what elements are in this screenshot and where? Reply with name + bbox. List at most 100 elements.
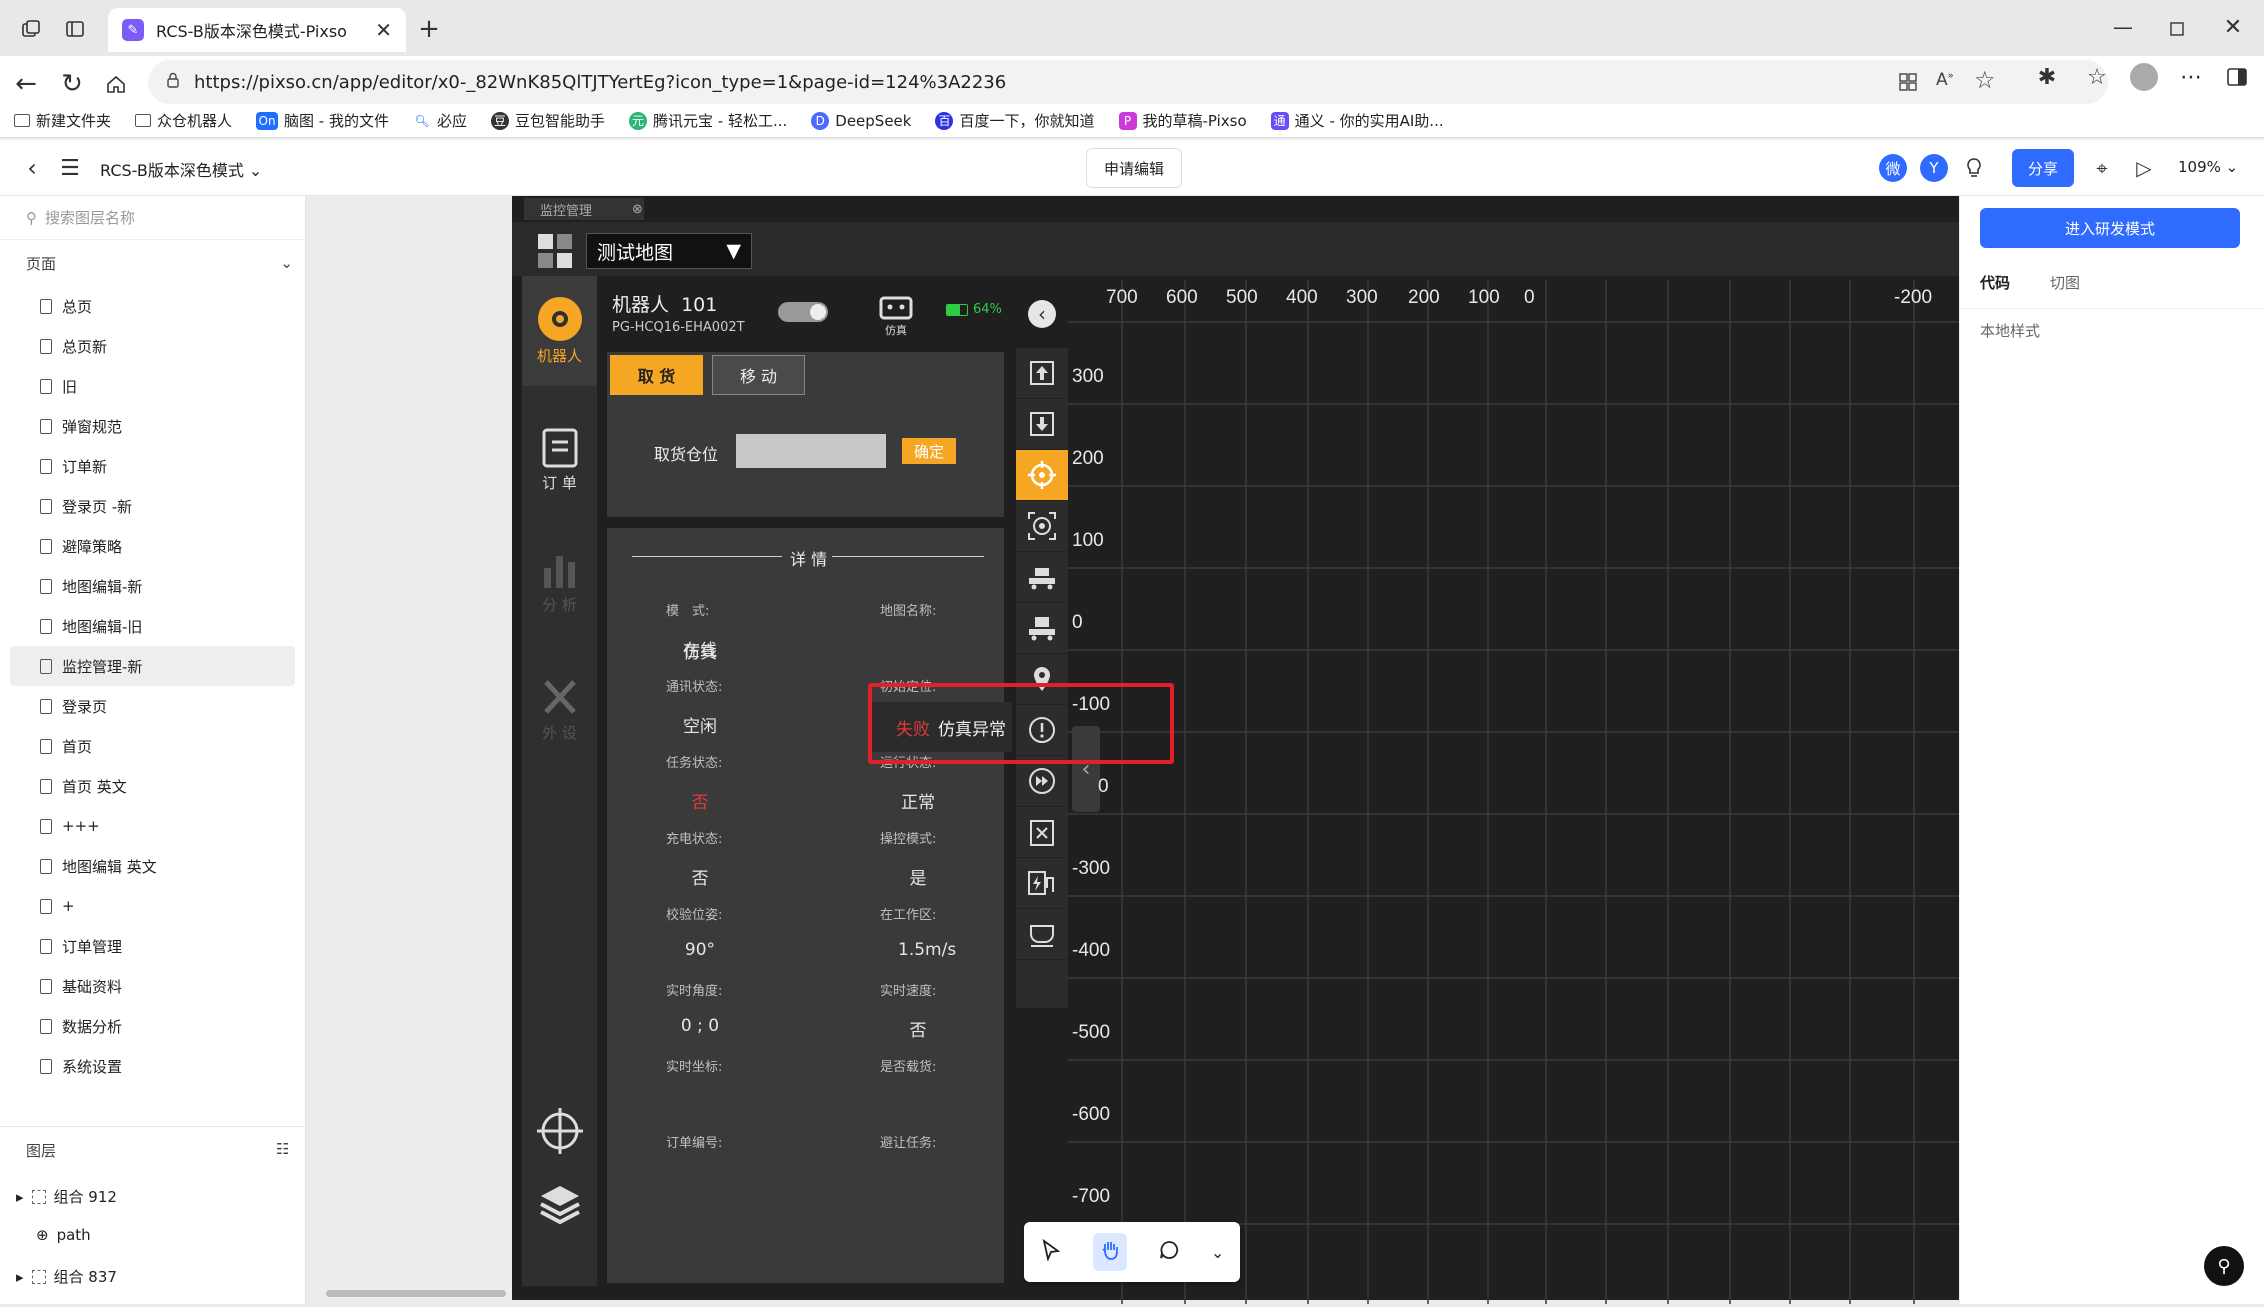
- horizontal-scrollbar[interactable]: [326, 1290, 506, 1297]
- page-item[interactable]: 系统设置: [0, 1046, 305, 1086]
- layers-stack-icon[interactable]: [537, 1182, 583, 1232]
- reload-icon[interactable]: ↻: [56, 68, 88, 100]
- menu-icon[interactable]: ☰: [56, 154, 84, 182]
- inspect-icon[interactable]: ⌖: [2088, 154, 2116, 182]
- close-tab-icon[interactable]: ✕: [375, 18, 392, 42]
- close-window-icon[interactable]: ✕: [2218, 12, 2248, 42]
- sidebar-toggle-icon[interactable]: [2220, 60, 2254, 94]
- nav-robot[interactable]: 机器人: [522, 276, 597, 386]
- page-item[interactable]: 地图编辑-旧: [0, 606, 305, 646]
- layer-search[interactable]: ⚲ 搜索图层名称: [0, 196, 305, 240]
- layer-options-icon[interactable]: ☷: [276, 1140, 289, 1158]
- tab-pickup[interactable]: 取 货: [610, 355, 703, 395]
- tool-clear[interactable]: [1016, 807, 1068, 858]
- tool-download[interactable]: [1016, 399, 1068, 450]
- bookmark-folder[interactable]: 新建文件夹: [14, 110, 111, 131]
- cursor-icon[interactable]: [1040, 1238, 1062, 1265]
- browser-tab[interactable]: ✎ RCS-B版本深色模式-Pixso ✕: [108, 8, 406, 52]
- page-item[interactable]: 订单管理: [0, 926, 305, 966]
- page-item[interactable]: 登录页 -新: [0, 486, 305, 526]
- page-item[interactable]: 地图编辑 英文: [0, 846, 305, 886]
- bookmark-link[interactable]: 通通义 - 你的实用AI助...: [1270, 110, 1444, 131]
- minimize-icon[interactable]: —: [2108, 12, 2138, 42]
- bookmark-link[interactable]: 元腾讯元宝 - 轻松工...: [629, 110, 787, 131]
- hand-icon[interactable]: [1092, 1233, 1127, 1271]
- page-item[interactable]: 地图编辑-新: [0, 566, 305, 606]
- tool-upload[interactable]: [1016, 348, 1068, 399]
- tool-target[interactable]: [1016, 450, 1068, 501]
- request-edit-button[interactable]: 申请编辑: [1086, 148, 1182, 188]
- back-arrow-icon[interactable]: ‹: [18, 154, 46, 182]
- bookmark-link[interactable]: 🔍︎ 必应: [413, 110, 467, 131]
- app-view-icon[interactable]: [1896, 70, 1920, 94]
- share-button[interactable]: 分享: [2012, 149, 2074, 187]
- nav-peripherals[interactable]: 外 设: [522, 676, 597, 743]
- bookmark-link[interactable]: 豆豆包智能助手: [491, 110, 605, 131]
- bookmark-link[interactable]: D DeepSeek: [811, 111, 911, 130]
- page-item[interactable]: 避障策略: [0, 526, 305, 566]
- tab-move[interactable]: 移 动: [712, 355, 805, 395]
- profile-avatar[interactable]: [2130, 63, 2158, 91]
- file-name-dropdown[interactable]: RCS-B版本深色模式 ⌄: [100, 157, 262, 181]
- frame-tab[interactable]: 监控管理 ⊗: [524, 198, 644, 220]
- confirm-button[interactable]: 确定: [902, 438, 956, 464]
- pages-header[interactable]: 页面 ⌄: [0, 240, 305, 286]
- lightbulb-icon[interactable]: [1960, 154, 1988, 182]
- page-item[interactable]: 总页: [0, 286, 305, 326]
- page-item[interactable]: 旧: [0, 366, 305, 406]
- read-aloud-icon[interactable]: A»: [1936, 70, 1954, 90]
- tool-charge[interactable]: [1016, 858, 1068, 909]
- nav-orders[interactable]: 订 单: [522, 426, 597, 493]
- page-item[interactable]: 监控管理-新: [10, 646, 295, 686]
- play-icon[interactable]: ▷: [2130, 154, 2158, 182]
- page-item[interactable]: 基础资料: [0, 966, 305, 1006]
- favorites-icon[interactable]: ☆: [2080, 60, 2114, 94]
- tool-focus[interactable]: [1016, 501, 1068, 552]
- locate-crosshair-icon[interactable]: [535, 1106, 585, 1160]
- tool-robot-up[interactable]: [1016, 552, 1068, 603]
- bookmark-link[interactable]: 百百度一下，你就知道: [935, 110, 1095, 131]
- new-tab-icon[interactable]: +: [414, 14, 444, 44]
- page-item[interactable]: 首页: [0, 726, 305, 766]
- layer-item[interactable]: ▸ 组合 837: [16, 1266, 117, 1287]
- tab-slice[interactable]: 切图: [2050, 272, 2080, 293]
- zoom-dropdown[interactable]: 109% ⌄: [2178, 158, 2238, 176]
- search-fab[interactable]: ⚲: [2204, 1246, 2244, 1286]
- bookmark-link[interactable]: P 我的草稿-Pixso: [1118, 110, 1247, 131]
- back-icon[interactable]: ←: [10, 68, 42, 100]
- page-item[interactable]: 总页新: [0, 326, 305, 366]
- layer-item[interactable]: ⊕ path: [36, 1226, 91, 1244]
- home-icon[interactable]: [100, 68, 132, 100]
- page-item[interactable]: 弹窗规范: [0, 406, 305, 446]
- more-tools-icon[interactable]: ⌄: [1211, 1243, 1224, 1262]
- tab-code[interactable]: 代码: [1980, 272, 2010, 293]
- dev-mode-button[interactable]: 进入研发模式: [1980, 208, 2240, 248]
- map-grid[interactable]: 700 600 500 400 300 200 100 0 -2003002001000-100…: [1068, 280, 1959, 1304]
- page-item[interactable]: 数据分析: [0, 1006, 305, 1046]
- more-icon[interactable]: ⋯: [2174, 60, 2208, 94]
- workspaces-icon[interactable]: [18, 16, 44, 42]
- page-item[interactable]: +++: [0, 806, 305, 846]
- nav-analysis[interactable]: 分 析: [522, 548, 597, 615]
- tool-rest[interactable]: [1016, 909, 1068, 960]
- bookmark-link[interactable]: On 脑图 - 我的文件: [256, 110, 389, 131]
- tool-robot-down[interactable]: [1016, 603, 1068, 654]
- layer-item[interactable]: ▸ 组合 912: [16, 1186, 117, 1207]
- collapse-panel-icon[interactable]: ‹: [1028, 300, 1056, 328]
- user-avatar[interactable]: Y: [1920, 154, 1948, 182]
- bookmark-folder[interactable]: 众仓机器人: [135, 110, 232, 131]
- map-select[interactable]: 测试地图 ▼: [586, 233, 752, 269]
- collaborator-avatar[interactable]: 微: [1879, 154, 1907, 182]
- maximize-icon[interactable]: [2162, 14, 2192, 44]
- tab-actions-icon[interactable]: [62, 16, 88, 42]
- pickup-slot-input[interactable]: [736, 434, 886, 468]
- comment-icon[interactable]: [1158, 1239, 1180, 1265]
- robot-toggle[interactable]: [778, 302, 828, 322]
- page-item[interactable]: 登录页: [0, 686, 305, 726]
- favorite-star-icon[interactable]: ☆: [1974, 66, 1996, 94]
- page-item[interactable]: +: [0, 886, 305, 926]
- page-item[interactable]: 首页 英文: [0, 766, 305, 806]
- address-bar[interactable]: https://pixso.cn/app/editor/x0-_82WnK85Q…: [148, 60, 2108, 104]
- page-item[interactable]: 订单新: [0, 446, 305, 486]
- extensions-icon[interactable]: ✱: [2030, 60, 2064, 94]
